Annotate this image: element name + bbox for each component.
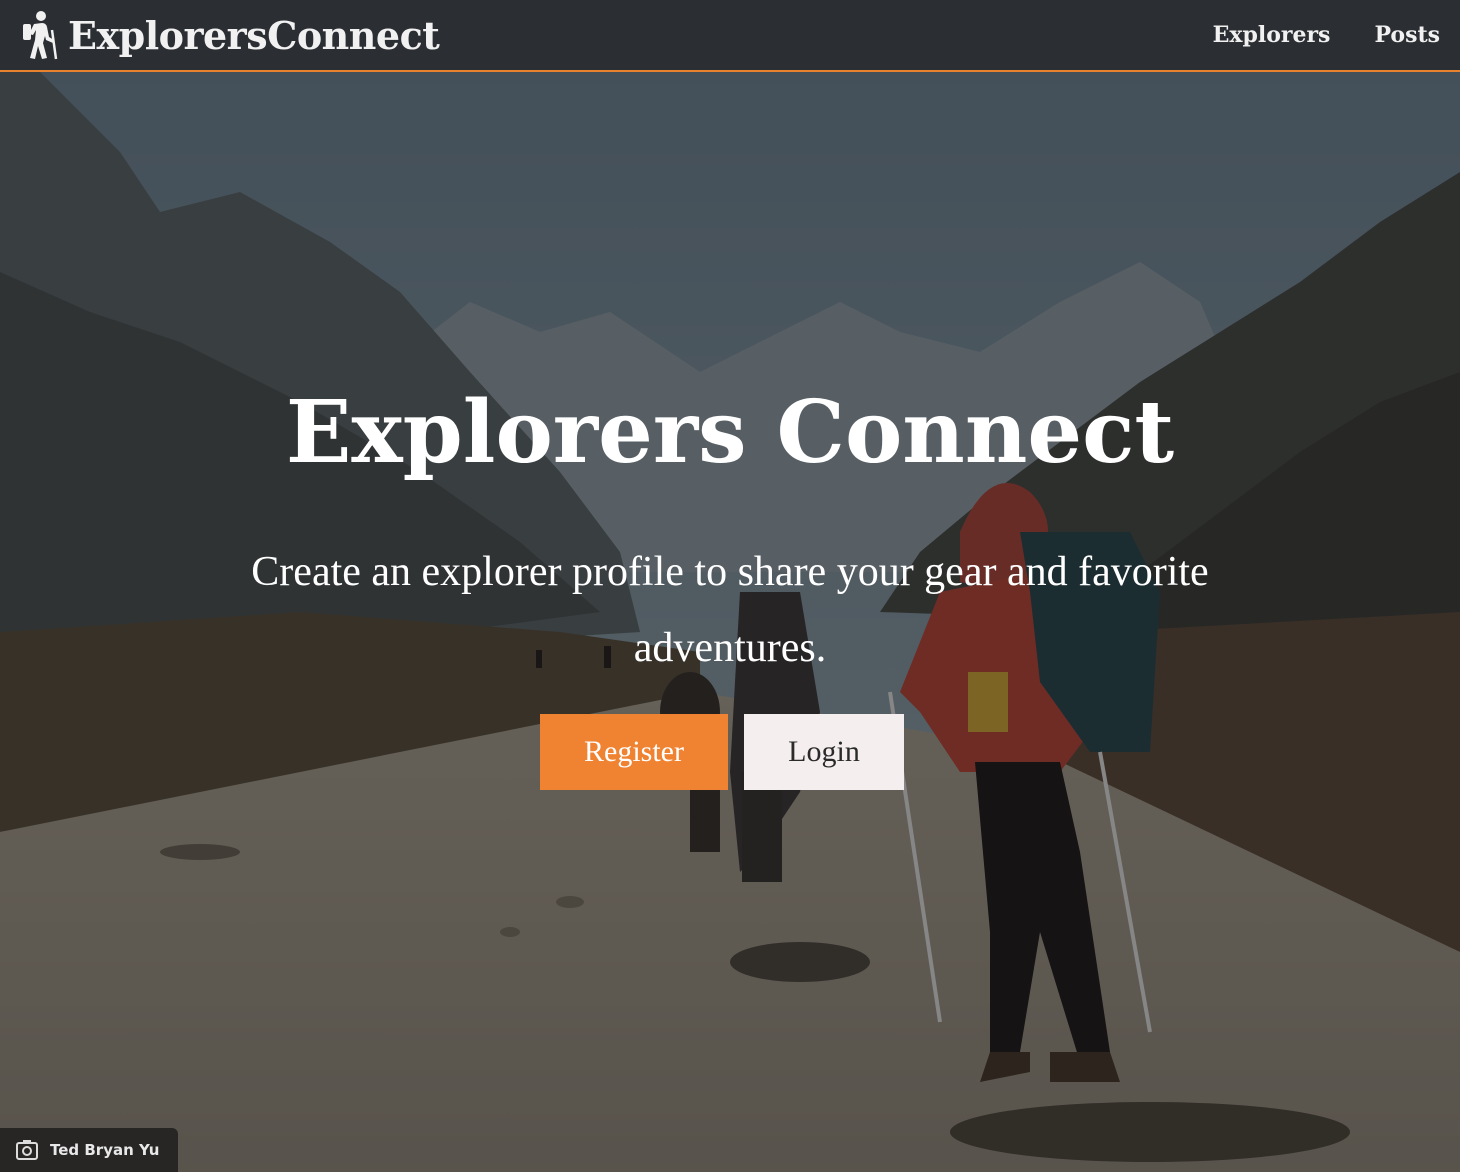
navbar: ExplorersConnect Explorers Posts [0,0,1460,72]
register-button[interactable]: Register [540,714,728,790]
photo-credit-name: Ted Bryan Yu [50,1141,160,1159]
hiker-icon [23,11,58,60]
camera-icon [16,1140,38,1160]
brand-name: ExplorersConnect [68,12,440,58]
nav-links: Explorers Posts [1213,0,1440,70]
photo-credit[interactable]: Ted Bryan Yu [0,1128,178,1172]
brand-link[interactable]: ExplorersConnect [20,6,440,64]
login-button[interactable]: Login [744,714,904,790]
hero-subtitle: Create an explorer profile to share your… [251,549,1209,671]
nav-link-explorers[interactable]: Explorers [1213,22,1331,48]
landing-page: ExplorersConnect Explorers Posts Explore… [0,0,1460,1172]
nav-link-posts[interactable]: Posts [1374,22,1440,48]
hero-title: Explorers Connect [285,382,1175,483]
hero-section: Explorers Connect Create an explorer pro… [0,72,1460,1172]
